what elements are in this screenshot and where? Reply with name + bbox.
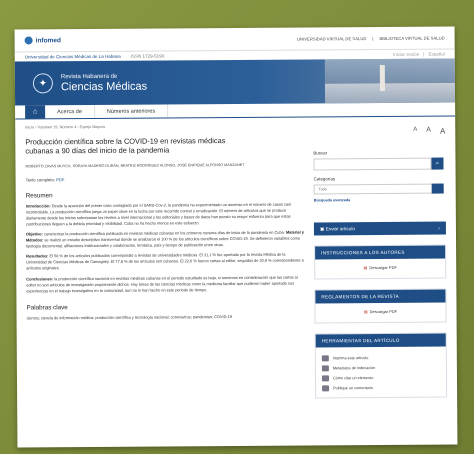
full-text-label: Texto completo:	[25, 177, 55, 183]
breadcrumb[interactable]: Inicio › Volumen 19, Número 4 › Espejo M…	[25, 124, 303, 130]
article-main: Inicio › Volumen 19, Número 4 › Espejo M…	[25, 118, 305, 401]
language-link[interactable]: Español	[428, 52, 444, 57]
authors-pdf-link[interactable]: Descargar PDF	[369, 265, 397, 270]
pdf-icon: ▤	[363, 309, 368, 315]
tool-cite[interactable]: Cómo citar un elemento	[321, 375, 440, 382]
nav-archives[interactable]: Números anteriores	[94, 104, 169, 118]
banner-photo	[324, 58, 456, 104]
pdf-link[interactable]: PDF	[56, 177, 64, 182]
banner-line-2: Ciencias Médicas	[60, 80, 148, 93]
authors-panel: INSTRUCCIONES A LOS AUTORES ▤ Descargar P…	[314, 244, 447, 280]
font-large-button[interactable]: A	[440, 127, 445, 136]
chevron-right-icon: ›	[438, 225, 440, 231]
keywords-heading: Palabras clave	[26, 303, 68, 312]
page-screenshot: infomed UNIVERSIDAD VIRTUAL DE SALUD | B…	[14, 26, 458, 448]
quote-icon	[321, 375, 330, 382]
tool-metadata[interactable]: Metadatos de indexación	[321, 365, 440, 372]
font-small-button[interactable]: A	[413, 127, 417, 136]
abstract-conclusions: Conclusiones: la producción científica n…	[26, 274, 298, 294]
lighthouse-image	[379, 64, 385, 91]
keywords: ciencia; ciencia de información médica; …	[26, 313, 233, 321]
journal-banner: ✦ Revista Habanera de Ciencias Médicas	[14, 58, 456, 106]
issn: ISSN 1729-519X	[130, 53, 165, 59]
search-input[interactable]	[313, 157, 432, 171]
tools-panel-title: HERRAMIENTAS DEL ARTÍCULO	[315, 333, 446, 348]
logo-text: infomed	[35, 36, 61, 44]
font-medium-button[interactable]: A	[426, 127, 431, 136]
full-text: Texto completo: PDF	[25, 176, 304, 183]
tool-print[interactable]: Imprima este artículo	[321, 355, 440, 362]
article-authors: ROBERTO ZAVAS MUYCA, SORAYA MADERO DURÁN…	[25, 162, 245, 168]
journal-emblem-icon: ✦	[32, 73, 53, 94]
regulations-panel-title: REGLAMENTOS DE LA REVISTA	[315, 289, 446, 304]
metadata-icon	[321, 365, 329, 372]
home-icon[interactable]: ⌂	[25, 105, 46, 119]
categories-label: Categorías	[313, 176, 336, 182]
abstract-intro: Introducción: Desde la aparición del pri…	[25, 201, 291, 227]
search-label: Buscar	[313, 150, 328, 156]
abstract-results: Resultados: El 58 % de los artículos pub…	[26, 252, 304, 271]
sidebar: A A A Buscar ⌕ Categorías Todo Búsqueda …	[313, 117, 448, 399]
authors-panel-title: INSTRUCCIONES A LOS AUTORES	[315, 245, 446, 260]
chevron-down-icon	[431, 183, 444, 194]
regulations-pdf-link[interactable]: Descargar PDF	[370, 309, 398, 314]
top-bar: infomed UNIVERSIDAD VIRTUAL DE SALUD | B…	[15, 26, 455, 51]
infomed-logo[interactable]: infomed	[24, 36, 61, 45]
university-link[interactable]: Universidad de Ciencias Médicas de La Ha…	[25, 54, 121, 60]
send-article-button[interactable]: ▣ Enviar artículo ›	[313, 221, 446, 236]
regulations-panel: REGLAMENTOS DE LA REVISTA ▤ Descargar PDF	[314, 288, 447, 324]
print-icon	[321, 355, 329, 362]
tool-comment[interactable]: Publique un comentario	[322, 385, 440, 392]
category-select[interactable]: Todo	[313, 183, 444, 195]
article-title: Producción científica sobre la COVID-19 …	[25, 136, 226, 156]
abstract-heading: Resumen	[25, 192, 53, 200]
font-size-controls: A A A	[313, 127, 445, 137]
abstract-objective: Objetivo: caracterizar la producción cie…	[25, 229, 304, 249]
nav-about[interactable]: Acerca de	[45, 104, 95, 119]
infomed-logo-icon	[24, 36, 33, 45]
comment-icon	[322, 385, 330, 392]
advanced-search-link[interactable]: Búsqueda avanzada	[314, 198, 446, 202]
link-biblioteca-virtual[interactable]: BIBLIOTECA VIRTUAL DE SALUD	[379, 35, 444, 40]
search-icon[interactable]: ⌕	[431, 157, 444, 170]
banner-line-1: Revista Habanera de	[60, 73, 118, 80]
tools-panel: HERRAMIENTAS DEL ARTÍCULO Imprima este a…	[314, 332, 448, 399]
link-universidad-virtual[interactable]: UNIVERSIDAD VIRTUAL DE SALUD	[297, 36, 366, 41]
login-link[interactable]: Iniciar sesión	[393, 52, 419, 57]
pdf-icon: ▤	[363, 265, 368, 271]
